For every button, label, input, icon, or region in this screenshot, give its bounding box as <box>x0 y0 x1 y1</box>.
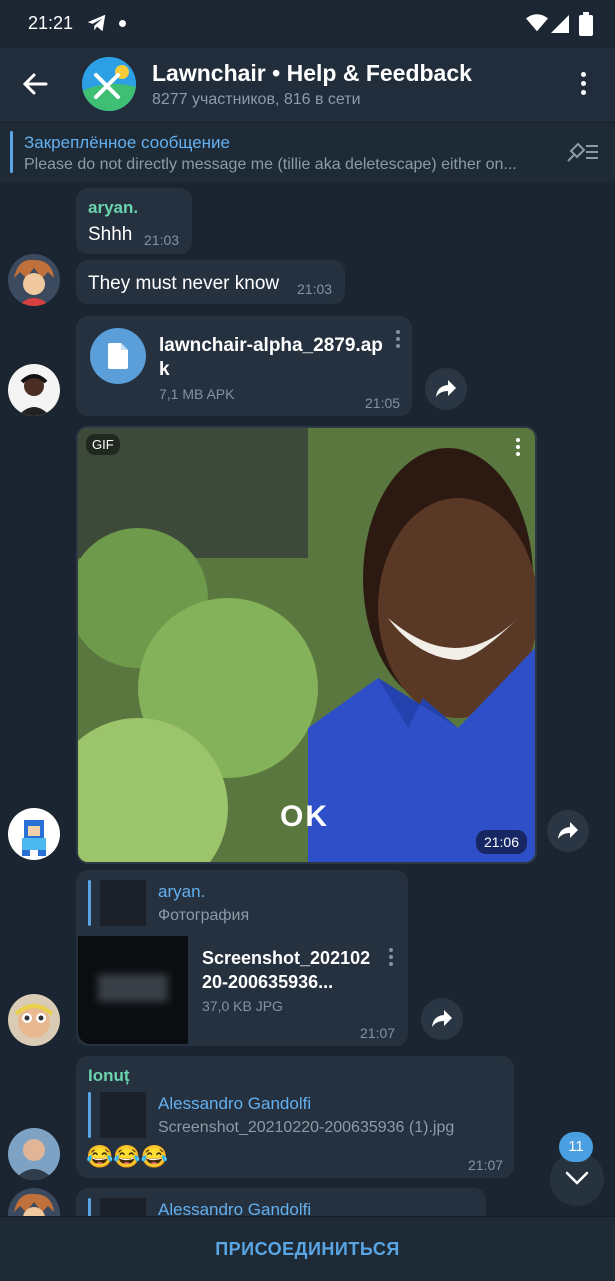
group-members-count: 8277 участников, 816 в сети <box>152 91 361 108</box>
share-arrow-icon <box>558 822 578 839</box>
reply-accent-bar <box>88 1198 91 1216</box>
reply-thumbnail <box>100 1198 146 1216</box>
file-size: 7,1 MB APK <box>159 386 235 402</box>
message-time: 21:03 <box>297 281 333 297</box>
telegram-icon <box>87 14 106 32</box>
group-title[interactable]: Lawnchair • Help & Feedback <box>152 60 472 87</box>
message-time: 21:07 <box>468 1157 504 1173</box>
more-menu-icon[interactable] <box>578 72 588 100</box>
user-avatar[interactable] <box>8 1128 60 1180</box>
message-bubble[interactable]: aryan. Shhh 21:03 <box>76 188 192 254</box>
message-sender[interactable]: aryan. <box>88 198 138 218</box>
file-menu-icon[interactable] <box>394 330 402 351</box>
reply-accent-bar <box>88 880 91 926</box>
notification-dot-icon <box>119 20 126 27</box>
share-arrow-icon <box>436 380 456 397</box>
pinned-message-bar[interactable]: Закреплённое сообщение Please do not dir… <box>0 122 615 183</box>
gif-badge: GIF <box>86 434 120 455</box>
reply-thumbnail <box>100 880 146 926</box>
document-icon[interactable] <box>90 328 146 384</box>
photo-file-bubble[interactable]: aryan. Фотография Screenshot_20210220-20… <box>76 870 408 1046</box>
reply-text: Фотография <box>158 907 250 924</box>
message-bubble[interactable]: They must never know 21:03 <box>76 260 345 304</box>
photo-thumbnail[interactable] <box>78 936 188 1044</box>
chat-header: Lawnchair • Help & Feedback 8277 участни… <box>0 48 615 122</box>
gif-menu-icon[interactable] <box>514 438 522 459</box>
file-message-bubble[interactable]: lawnchair-alpha_2879.apk 7,1 MB APK 21:0… <box>76 316 412 416</box>
unread-count-badge: 11 <box>559 1132 593 1162</box>
message-time: 21:06 <box>475 830 527 854</box>
signal-icon <box>551 15 569 33</box>
message-text: Shhh <box>88 224 133 245</box>
share-arrow-icon <box>432 1010 452 1027</box>
user-avatar[interactable] <box>8 994 60 1046</box>
message-bubble[interactable]: Alessandro Gandolfi <box>76 1188 486 1216</box>
back-arrow-icon[interactable] <box>22 72 48 96</box>
file-menu-icon[interactable] <box>387 948 395 969</box>
pinned-accent-bar <box>10 131 13 173</box>
status-time: 21:21 <box>28 13 74 33</box>
reply-accent-bar <box>88 1092 91 1138</box>
gif-preview-image <box>78 428 535 862</box>
user-avatar[interactable] <box>8 254 60 306</box>
message-list[interactable]: aryan. Shhh 21:03 They must never know 2… <box>0 182 615 1216</box>
chevron-down-icon <box>565 1171 589 1185</box>
join-bar: ПРИСОЕДИНИТЬСЯ <box>0 1216 615 1281</box>
gif-caption: OK <box>280 800 329 833</box>
pinned-text: Please do not directly message me (tilli… <box>24 156 517 173</box>
wifi-icon <box>526 14 548 32</box>
file-name[interactable]: Screenshot_20210220-200635936... <box>202 946 380 994</box>
file-size: 37,0 KB JPG <box>202 998 283 1014</box>
emoji-text: 😂😂😂 <box>86 1144 169 1169</box>
user-avatar[interactable] <box>8 364 60 416</box>
file-name[interactable]: lawnchair-alpha_2879.apk <box>159 334 385 382</box>
message-sender[interactable]: Ionuț <box>88 1066 130 1086</box>
message-bubble[interactable]: Ionuț Alessandro Gandolfi Screenshot_202… <box>76 1056 514 1178</box>
group-avatar[interactable] <box>82 57 136 111</box>
user-avatar[interactable] <box>8 808 60 860</box>
status-bar: 21:21 <box>0 0 615 48</box>
lawnchair-logo-icon <box>82 57 136 111</box>
reply-text: Screenshot_20210220-200635936 (1).jpg <box>158 1119 455 1136</box>
reply-sender[interactable]: Alessandro Gandolfi <box>158 1094 311 1114</box>
reply-sender[interactable]: aryan. <box>158 882 205 902</box>
pinned-title: Закреплённое сообщение <box>24 133 230 152</box>
message-time: 21:05 <box>365 395 401 411</box>
share-button[interactable] <box>421 998 463 1040</box>
user-avatar[interactable] <box>8 1188 60 1216</box>
join-button[interactable]: ПРИСОЕДИНИТЬСЯ <box>0 1217 615 1281</box>
battery-icon <box>579 12 593 36</box>
gif-message[interactable]: GIF OK 21:06 <box>76 426 537 864</box>
message-time: 21:03 <box>144 232 180 248</box>
reply-sender[interactable]: Alessandro Gandolfi <box>158 1200 311 1216</box>
share-button[interactable] <box>425 368 467 410</box>
message-text: They must never know <box>88 273 280 294</box>
share-button[interactable] <box>547 810 589 852</box>
reply-thumbnail <box>100 1092 146 1138</box>
blurred-text <box>98 974 168 1002</box>
pin-list-icon[interactable] <box>566 141 600 163</box>
message-time: 21:07 <box>360 1025 396 1041</box>
